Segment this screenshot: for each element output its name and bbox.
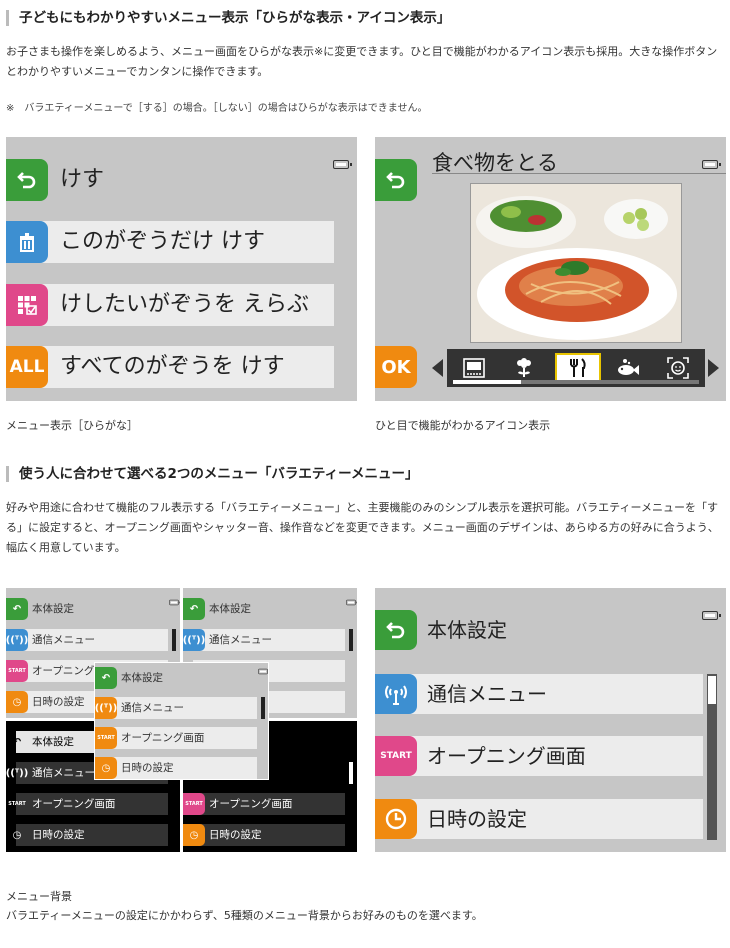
select-grid-icon: [6, 284, 48, 326]
clock-icon[interactable]: ◷: [6, 824, 28, 846]
menu-item-label: 本体設定: [32, 736, 74, 748]
back-arrow-icon[interactable]: ↶: [6, 598, 28, 620]
antenna-icon[interactable]: ((ᵀ)): [6, 629, 28, 651]
back-arrow-icon[interactable]: ↶: [95, 667, 117, 689]
scroll-right-icon[interactable]: [708, 359, 719, 377]
menu-theme-light-overlay: ↶ 本体設定 ((ᵀ)) 通信メニュー START オープニング画面 ◷ 日時の設定: [94, 662, 269, 780]
battery-icon: [702, 160, 721, 169]
clock-icon[interactable]: ◷: [6, 691, 28, 713]
back-arrow-icon[interactable]: [375, 159, 417, 201]
menu-item-date-time[interactable]: 日時の設定: [375, 799, 726, 839]
caption-icon: ひと目で機能がわかるアイコン表示: [375, 419, 551, 432]
fork-knife-icon[interactable]: [555, 353, 601, 383]
start-icon: START: [375, 736, 417, 776]
back-arrow-icon[interactable]: ↶: [6, 731, 28, 753]
menu-item-label: オープニング画面: [121, 732, 205, 744]
menu-item-label: 日時の設定: [209, 829, 262, 841]
menu-item-label: 日時の設定: [427, 807, 527, 831]
menu-item-label: 本体設定: [209, 603, 251, 615]
scroll-left-icon[interactable]: [432, 359, 443, 377]
menu-item-device-settings[interactable]: 本体設定: [375, 610, 726, 650]
menu-item-erase[interactable]: けす: [6, 159, 357, 201]
menu-item-label: 通信メニュー: [427, 682, 547, 706]
menu-item-label: 通信メニュー: [121, 702, 184, 714]
menu-item-erase-this[interactable]: このがぞうだけ けす: [6, 221, 357, 263]
caption-hiragana: メニュー表示［ひらがな］: [6, 419, 138, 432]
all-icon: ALL: [6, 346, 48, 388]
hiragana-menu-screen: けす このがぞうだけ けす けしたいがぞうを えらぶ ALL すべてのがぞうを …: [6, 137, 357, 401]
menu-background-collage: ↶ 本体設定 ((ᵀ)) 通信メニュー START オープニング画面 ◷ 日時の設定 ↶…: [6, 588, 357, 852]
back-arrow-icon: [375, 610, 417, 650]
antenna-icon: [375, 674, 417, 714]
icon-display-screen: 食べ物をとる OK: [375, 137, 726, 401]
menu-item-communication[interactable]: 通信メニュー: [375, 674, 726, 714]
menu-item-label: 本体設定: [121, 672, 163, 684]
flower-icon[interactable]: [505, 355, 543, 381]
food-photo: [470, 183, 682, 343]
menu-item-label: 日時の設定: [32, 829, 85, 841]
menu-item-label: オープニング画面: [32, 798, 116, 810]
section-heading-variety: 使う人に合わせて選べる2つのメニュー「バラエティーメニュー」: [6, 466, 419, 482]
antenna-icon[interactable]: ((ᵀ)): [183, 629, 205, 651]
menu-item-label: けしたいがぞうを えらぶ: [60, 292, 309, 317]
menu-item-label: 通信メニュー: [32, 634, 95, 646]
menu-item-label: オープニング画面: [427, 744, 586, 768]
face-icon[interactable]: [659, 355, 697, 381]
menu-item-label: 通信メニュー: [209, 634, 272, 646]
back-arrow-icon[interactable]: ↶: [183, 598, 205, 620]
menu-item-label: 本体設定: [427, 618, 507, 642]
menu-item-label: このがぞうだけ けす: [60, 229, 265, 254]
menu-item-opening-screen[interactable]: START オープニング画面: [375, 736, 726, 776]
frame-icon[interactable]: [455, 355, 493, 381]
start-icon[interactable]: START: [95, 727, 117, 749]
ok-button[interactable]: OK: [375, 346, 417, 388]
section-paragraph-variety: 好みや用途に合わせて機能のフル表示する「バラエティーメニュー」と、主要機能のみの…: [6, 501, 719, 554]
antenna-icon[interactable]: ((ᵀ)): [6, 762, 28, 784]
clock-icon[interactable]: ◷: [95, 757, 117, 779]
menu-item-label: 日時の設定: [121, 762, 174, 774]
menu-item-label: 通信メニュー: [32, 767, 95, 779]
start-icon[interactable]: START: [6, 660, 28, 682]
start-icon[interactable]: START: [6, 793, 28, 815]
menu-item-label: 本体設定: [32, 603, 74, 615]
menu-item-label: けす: [60, 167, 105, 192]
menu-item-label: オープニング画面: [209, 798, 293, 810]
menu-item-erase-all[interactable]: ALL すべてのがぞうを けす: [6, 346, 357, 388]
section-heading-hiragana: 子どもにもわかりやすいメニュー表示「ひらがな表示・アイコン表示」: [6, 10, 450, 26]
back-arrow-icon: [6, 159, 48, 201]
section-paragraph-hiragana: お子さまも操作を楽しめるよう、メニュー画面をひらがな表示※に変更できます。ひと目…: [6, 45, 718, 78]
variety-menu-screen: 本体設定 通信メニュー START オープニング画面 日時の設定: [375, 588, 726, 852]
trash-icon: [6, 221, 48, 263]
clock-icon[interactable]: ◷: [183, 824, 205, 846]
scroll-indicator: [453, 380, 521, 384]
menu-item-select-erase[interactable]: けしたいがぞうを えらぶ: [6, 284, 357, 326]
scrollbar-thumb[interactable]: [708, 676, 716, 704]
caption-background-title: メニュー背景: [6, 890, 72, 903]
start-icon[interactable]: START: [183, 793, 205, 815]
antenna-icon[interactable]: ((ᵀ)): [95, 697, 117, 719]
icon-selector-bar: [447, 349, 705, 387]
fish-icon[interactable]: [609, 355, 647, 381]
menu-item-label: 日時の設定: [32, 696, 85, 708]
caption-background-text: バラエティーメニューの設定にかかわらず、5種類のメニュー背景からお好みのものを選…: [6, 909, 483, 922]
clock-icon: [375, 799, 417, 839]
footnote: ※ バラエティーメニューで［する］の場合。［しない］の場合はひらがな表示はできま…: [6, 103, 428, 114]
menu-item-label: すべてのがぞうを けす: [60, 354, 285, 379]
